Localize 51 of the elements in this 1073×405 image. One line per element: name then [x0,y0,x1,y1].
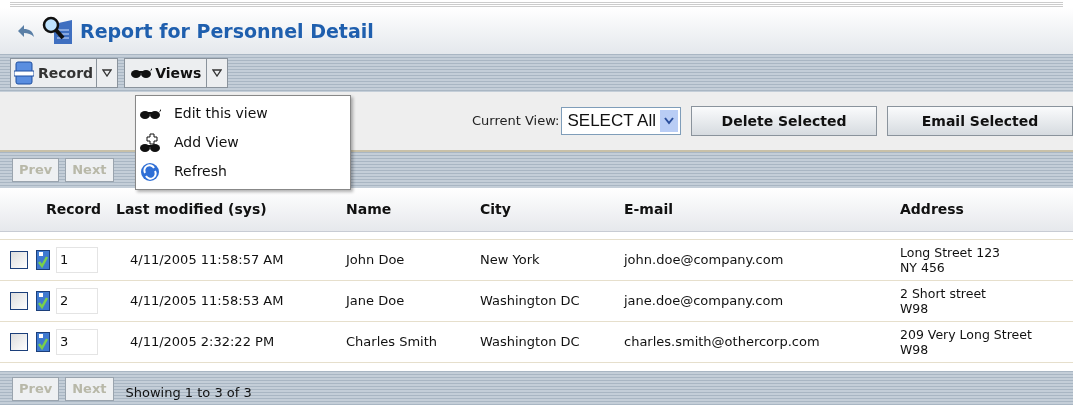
table-cell-text: 4/11/2005 2:32:22 PM [130,333,276,352]
column-header[interactable]: Name [346,199,392,220]
column-header[interactable]: Address [900,199,964,220]
record-number-field[interactable]: 1 [56,247,98,273]
pagination-status: Showing 1 to 3 of 3 [125,384,252,403]
magnifier-document-icon [42,16,74,46]
address-line: Long Street 123 [900,245,1002,260]
column-header[interactable]: Record [46,199,102,220]
menu-item[interactable]: Refresh [136,157,350,186]
table-cell-text: charles.smith@othercorp.com [624,333,821,352]
current-view-label: Current View: [472,112,560,131]
view-select[interactable]: SELECT All [561,107,681,135]
address-line: W98 [900,342,930,357]
menu-item[interactable]: Edit this view [136,99,350,128]
action-button[interactable]: Delete Selected [691,106,877,136]
glasses-icon [139,107,161,120]
row-checkbox[interactable] [10,251,28,269]
document-check-icon [36,250,50,270]
record-number-field[interactable]: 3 [56,329,98,355]
table-cell-text: john.doe@company.com [624,251,785,270]
document-check-icon [36,332,50,352]
table-cell-text: New York [480,251,541,270]
address-line: 209 Very Long Street [900,327,1033,342]
column-header[interactable]: Last modified (sys) [116,199,267,220]
address-line: 2 Short street [900,286,987,301]
record-number-field[interactable]: 2 [56,288,98,314]
action-button[interactable]: Email Selected [887,106,1073,136]
refresh-icon [140,161,160,182]
caret-icon [212,69,223,77]
glasses-plus-icon [139,132,161,153]
document-icon [14,61,34,85]
table-cell-text: 4/11/2005 11:58:53 AM [130,292,285,311]
document-check-icon [36,291,50,311]
back-arrow-icon[interactable] [16,23,36,39]
table-cell-text: Charles Smith [346,333,438,352]
menu-item[interactable]: Add View [136,128,350,157]
row-checkbox[interactable] [10,333,28,351]
table-cell-text: John Doe [346,251,406,270]
caret-icon [102,69,113,77]
glasses-icon [130,67,153,79]
table-cell-text: Washington DC [480,292,581,311]
row-checkbox[interactable] [10,292,28,310]
address-line: NY 456 [900,260,946,275]
column-header[interactable]: City [480,199,511,220]
page-title: Report for Personnel Detail [80,18,374,44]
table-cell-text: Washington DC [480,333,581,352]
table-cell-text: 4/11/2005 11:58:57 AM [130,251,285,270]
column-header[interactable]: E-mail [624,199,673,220]
table-cell-text: jane.doe@company.com [624,292,785,311]
table-cell-text: Jane Doe [346,292,406,311]
address-line: W98 [900,301,930,316]
